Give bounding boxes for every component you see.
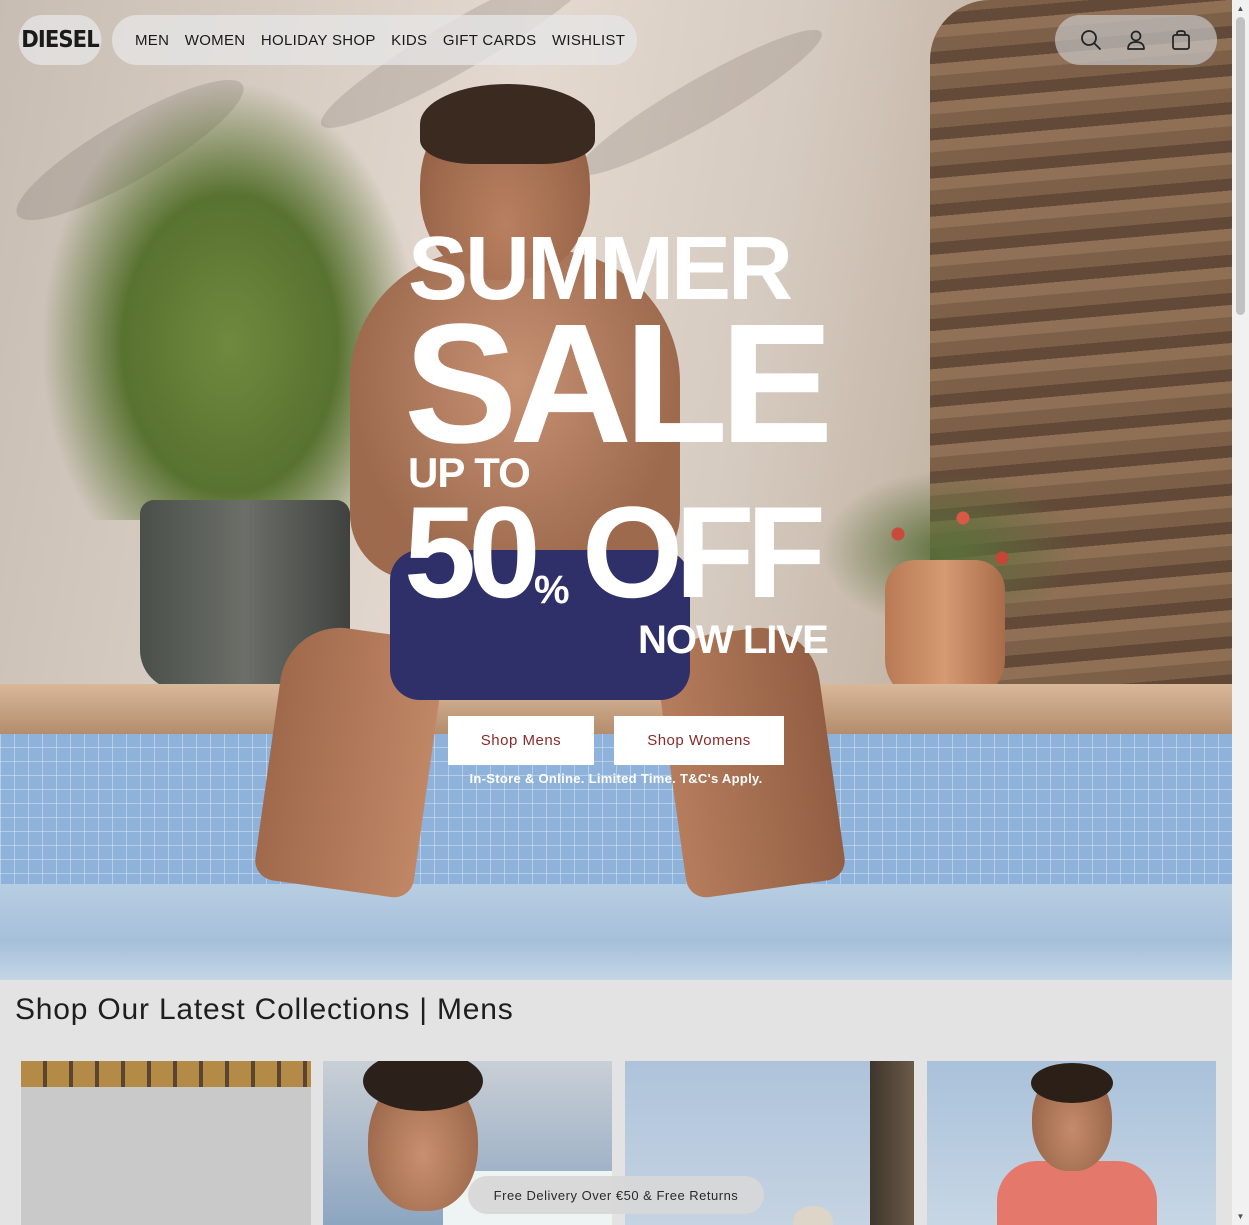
collection-card[interactable] — [21, 1061, 311, 1225]
cart-icon[interactable] — [1168, 27, 1194, 53]
main-nav: MEN WOMEN HOLIDAY SHOP KIDS GIFT CARDS W… — [112, 15, 637, 65]
terms-note: In-Store & Online. Limited Time. T&C's A… — [469, 771, 763, 786]
pool-water — [0, 884, 1232, 980]
collections-heading: Shop Our Latest Collections | Mens — [15, 993, 514, 1026]
nav-item-kids[interactable]: KIDS — [391, 32, 427, 49]
scroll-up-arrow-icon[interactable]: ▲ — [1232, 0, 1249, 17]
nav-item-men[interactable]: MEN — [135, 32, 169, 49]
flower-pot — [885, 560, 1005, 700]
nav-item-women[interactable]: WOMEN — [185, 32, 246, 49]
shop-mens-button[interactable]: Shop Mens — [448, 716, 594, 765]
nav-item-holiday-shop[interactable]: HOLIDAY SHOP — [261, 32, 376, 49]
search-icon[interactable] — [1078, 27, 1104, 53]
page-scrollbar[interactable]: ▲ ▼ — [1232, 0, 1249, 1225]
nav-item-wishlist[interactable]: WISHLIST — [552, 32, 625, 49]
collection-card[interactable] — [927, 1061, 1216, 1225]
headline-discount-number: 50 — [404, 479, 541, 625]
scrollbar-thumb[interactable] — [1236, 17, 1245, 315]
headline-percent-symbol: % — [534, 568, 570, 612]
headline-sale: SALE — [404, 289, 833, 479]
nav-item-gift-cards[interactable]: GIFT CARDS — [443, 32, 537, 49]
headline-now-live: NOW LIVE — [638, 618, 829, 662]
shop-womens-button[interactable]: Shop Womens — [614, 716, 784, 765]
diesel-logo[interactable]: DIESEL — [18, 15, 102, 65]
free-delivery-banner[interactable]: Free Delivery Over €50 & Free Returns — [468, 1176, 764, 1214]
scroll-down-arrow-icon[interactable]: ▼ — [1232, 1208, 1249, 1225]
hero-banner[interactable]: SUMMER SALE UP TO 50 % OFF NOW LIVE Shop… — [0, 0, 1232, 980]
account-icon[interactable] — [1123, 27, 1149, 53]
header-actions — [1055, 15, 1217, 65]
headline-off: OFF — [582, 479, 826, 625]
